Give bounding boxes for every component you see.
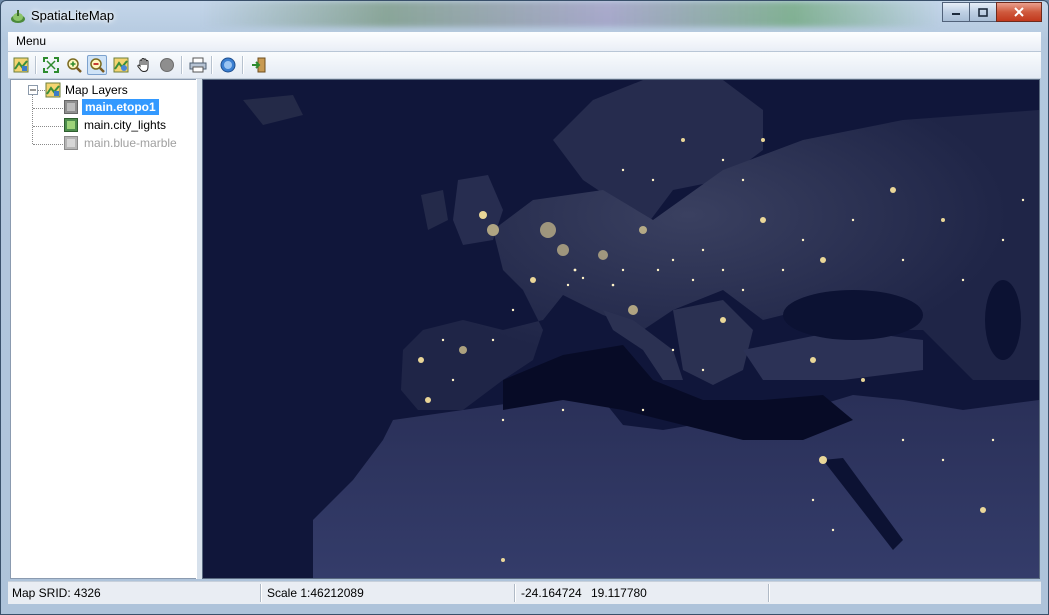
layer-item-blue-marble[interactable]: main.blue-marble [84,136,177,150]
map-canvas[interactable] [202,79,1040,579]
close-icon [1014,7,1024,17]
about-button[interactable] [218,55,238,75]
tree-root-label[interactable]: Map Layers [65,83,128,97]
status-bar: Map SRID: 4326 Scale 1:46212089 -24.1647… [8,581,1041,604]
layer-raster-icon [64,136,78,153]
window-title: SpatiaLiteMap [31,8,115,23]
app-globe-icon [10,8,26,24]
zoom-extent-icon [43,57,59,73]
identify-icon [113,57,129,73]
layer-tree[interactable]: Map Layers main.etopo1 main.city_lights … [10,79,197,579]
help-icon [220,57,236,73]
stop-icon [160,58,174,72]
layers-tool-button[interactable] [11,55,31,75]
stop-button[interactable] [157,55,177,75]
app-window: SpatiaLiteMap Menu Map Layers main.etopo… [0,0,1049,615]
exit-icon [252,57,266,73]
maximize-button[interactable] [969,2,997,22]
zoom-in-icon [67,58,82,73]
coord-y-status: 19.117780 [591,586,647,600]
maximize-icon [978,7,988,17]
map-layers-root-icon [45,82,61,101]
layer-item-etopo1[interactable]: main.etopo1 [82,99,159,115]
printer-icon [189,57,207,73]
pan-button[interactable] [134,55,154,75]
toolbar [8,52,1041,79]
identify-button[interactable] [111,55,131,75]
night-earth-map [203,80,1039,578]
title-bar[interactable]: SpatiaLiteMap [1,1,1048,31]
zoom-in-button[interactable] [64,55,84,75]
menu-item-menu[interactable]: Menu [16,34,46,48]
map-layers-icon [13,57,29,73]
minimize-button[interactable] [942,2,970,22]
zoom-out-icon [90,58,105,73]
minus-icon [30,89,36,91]
zoom-out-button[interactable] [87,55,107,75]
minimize-icon [952,13,960,15]
layer-raster-icon [64,100,78,117]
print-button[interactable] [188,55,208,75]
hand-icon [137,57,149,73]
layer-raster-icon [64,118,78,135]
title-bar-background [201,1,941,27]
close-button[interactable] [996,2,1042,22]
layer-item-city-lights[interactable]: main.city_lights [84,118,166,132]
zoom-full-button[interactable] [41,55,61,75]
menu-bar: Menu [8,32,1041,52]
srid-status: Map SRID: 4326 [12,586,101,600]
tree-collapse-toggle[interactable] [28,85,38,95]
exit-button[interactable] [249,55,269,75]
coord-x-status: -24.164724 [521,586,582,600]
scale-status: Scale 1:46212089 [267,586,364,600]
